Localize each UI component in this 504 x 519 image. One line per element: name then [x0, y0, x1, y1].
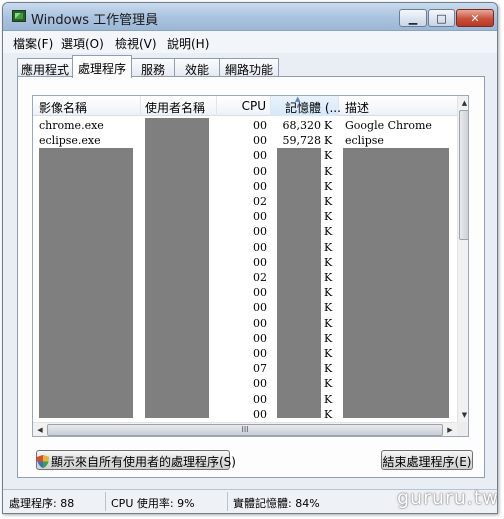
- cell-memory-unit: K: [324, 362, 333, 376]
- title-bar[interactable]: Windows 工作管理員 ▁ □ ✕: [3, 3, 497, 31]
- redacted-descriptions: [343, 148, 449, 418]
- cell-memory-unit: K: [324, 179, 333, 193]
- sort-ascending-icon: ▲: [295, 95, 301, 103]
- show-all-users-button[interactable]: 顯示來自所有使用者的處理程序(S): [36, 450, 236, 470]
- column-memory[interactable]: ▲ 記憶體 (...: [271, 95, 341, 116]
- cell-memory-unit: K: [324, 225, 333, 239]
- redacted-image-names: [39, 148, 133, 418]
- cell-memory-unit: K: [324, 286, 333, 300]
- menu-options[interactable]: 選項(O): [61, 35, 104, 52]
- tab-networking[interactable]: 網路功能: [219, 58, 279, 77]
- cell-memory-unit: K: [324, 134, 333, 148]
- column-user-name[interactable]: 使用者名稱: [141, 96, 217, 116]
- cell-memory-unit: K: [324, 377, 333, 391]
- cell-cpu: 00: [253, 179, 267, 193]
- maximize-button[interactable]: □: [428, 9, 455, 27]
- cell-cpu: 02: [253, 195, 267, 208]
- cell-image-name: eclipse.exe: [39, 134, 101, 148]
- cell-cpu: 00: [253, 301, 267, 315]
- table-row[interactable]: eclipse.exe 00 59,728 Keclipse: [33, 133, 457, 148]
- cell-cpu: 00: [253, 149, 267, 163]
- vertical-scroll-thumb[interactable]: [459, 110, 468, 240]
- tab-services[interactable]: 服務: [131, 58, 175, 77]
- cell-memory-unit: K: [324, 347, 333, 360]
- cell-cpu: 00: [253, 164, 267, 178]
- table-row[interactable]: chrome.exe 00 68,320 K Google Chrome: [33, 118, 457, 133]
- cell-cpu: 00: [253, 392, 267, 406]
- cell-description: Google Chrome: [345, 119, 432, 132]
- cell-memory-unit: K: [324, 407, 333, 421]
- tab-performance[interactable]: 效能: [174, 58, 220, 77]
- status-separator: [227, 492, 228, 511]
- minimize-button[interactable]: ▁: [399, 9, 427, 27]
- uac-shield-icon: [37, 455, 49, 468]
- cell-memory-unit: K: [324, 271, 333, 284]
- cell-memory-unit: K: [324, 149, 333, 163]
- column-description[interactable]: 描述: [339, 96, 457, 116]
- show-all-users-label: 顯示來自所有使用者的處理程序(S): [51, 455, 236, 469]
- cell-memory-unit: K: [324, 392, 333, 406]
- cell-memory-unit: K: [324, 316, 333, 330]
- cell-memory: 68,320: [282, 119, 322, 132]
- cell-memory-unit: K: [324, 119, 333, 132]
- cell-memory: 59,728: [282, 134, 322, 148]
- cell-cpu: 00: [253, 240, 267, 254]
- cell-cpu: 00: [253, 286, 267, 300]
- watermark-text: gururu.tw: [397, 487, 498, 509]
- tab-processes[interactable]: 處理程序: [72, 55, 132, 78]
- close-button[interactable]: ✕: [456, 9, 494, 27]
- scroll-right-icon[interactable]: ▶: [443, 423, 457, 436]
- scroll-left-icon[interactable]: ◀: [33, 423, 47, 436]
- horizontal-scroll-thumb[interactable]: III: [47, 424, 443, 436]
- cell-cpu: 00: [253, 316, 267, 330]
- status-cpu-usage: CPU 使用率: 9%: [111, 497, 195, 510]
- column-image-name[interactable]: 影像名稱: [33, 96, 141, 116]
- cell-cpu: 00: [253, 134, 267, 148]
- cell-memory-unit: K: [324, 210, 333, 224]
- window-title: Windows 工作管理員: [31, 13, 159, 28]
- cell-description: eclipse: [345, 134, 384, 148]
- cell-cpu: 00: [253, 347, 267, 360]
- cell-cpu: 00: [253, 119, 267, 132]
- column-memory-label: 記憶體 (...: [285, 101, 341, 115]
- tab-applications[interactable]: 應用程式: [17, 58, 73, 77]
- cell-cpu: 07: [253, 362, 267, 376]
- menu-bar: 檔案(F) 選項(O) 檢視(V) 說明(H): [3, 31, 497, 53]
- cell-cpu: 00: [253, 225, 267, 239]
- cell-cpu: 00: [253, 331, 267, 345]
- status-separator: [105, 492, 106, 511]
- cell-cpu: 00: [253, 255, 267, 269]
- cell-cpu: 02: [253, 271, 267, 284]
- end-process-button[interactable]: 結束處理程序(E): [381, 450, 473, 470]
- status-process-count: 處理程序: 88: [9, 497, 75, 510]
- redacted-memory-values: [277, 148, 321, 418]
- task-manager-app-icon: [12, 10, 26, 22]
- cell-memory-unit: K: [324, 255, 333, 269]
- cell-cpu: 00: [253, 377, 267, 391]
- horizontal-scrollbar[interactable]: ◀ III ▶: [33, 422, 457, 436]
- scrollbar-corner: [457, 422, 468, 436]
- process-list-header: 影像名稱 使用者名稱 CPU ▲ 記憶體 (... 描述: [33, 96, 457, 116]
- column-cpu[interactable]: CPU: [217, 96, 271, 116]
- cell-memory-unit: K: [324, 195, 333, 208]
- cell-cpu: 00: [253, 407, 267, 421]
- redacted-user-names: [145, 118, 209, 418]
- status-memory-usage: 實體記憶體: 84%: [233, 497, 320, 510]
- task-manager-window: Windows 工作管理員 ▁ □ ✕ 檔案(F) 選項(O) 檢視(V) 說明…: [2, 2, 498, 514]
- processes-panel: 影像名稱 使用者名稱 CPU ▲ 記憶體 (... 描述 chrome.exe 0…: [17, 76, 485, 478]
- cell-image-name: chrome.exe: [39, 119, 104, 132]
- process-list[interactable]: 影像名稱 使用者名稱 CPU ▲ 記憶體 (... 描述 chrome.exe 0…: [32, 95, 469, 437]
- menu-file[interactable]: 檔案(F): [13, 35, 53, 52]
- cell-cpu: 00: [253, 210, 267, 224]
- cell-memory-unit: K: [324, 331, 333, 345]
- menu-view[interactable]: 檢視(V): [115, 35, 157, 52]
- cell-memory-unit: K: [324, 301, 333, 315]
- scroll-up-icon[interactable]: ▲: [458, 96, 468, 110]
- scroll-down-icon[interactable]: ▼: [458, 408, 468, 422]
- menu-help[interactable]: 說明(H): [167, 35, 209, 52]
- cell-memory-unit: K: [324, 240, 333, 254]
- cell-memory-unit: K: [324, 164, 333, 178]
- vertical-scrollbar[interactable]: ▲ ▼: [457, 96, 468, 422]
